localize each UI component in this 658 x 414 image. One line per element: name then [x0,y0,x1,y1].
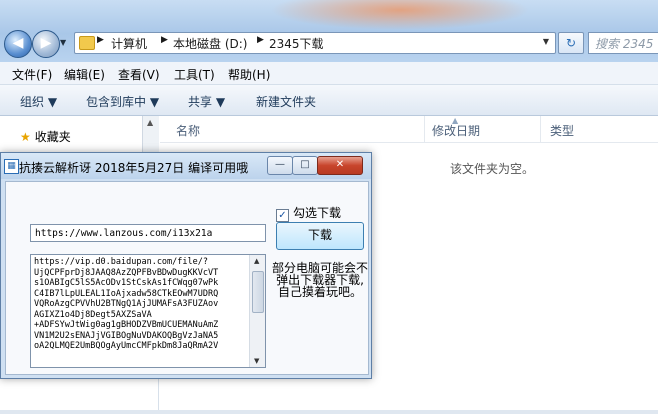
download-button[interactable]: 下载 [276,222,364,250]
breadcrumb-2345-download[interactable]: 2345下载 [269,35,324,52]
include-in-library-button[interactable]: 包含到库中 ▼ [86,93,159,110]
result-textarea[interactable]: https://vip.d0.baidupan.com/file/? UjQCP… [30,254,266,368]
scroll-up-icon[interactable]: ▲ [254,257,259,265]
app-icon: ▦ [4,159,19,174]
scroll-up-icon[interactable]: ▲ [147,118,153,127]
result-text: https://vip.d0.baidupan.com/file/? UjQCP… [34,257,219,351]
favorites-label: 收藏夹 [34,130,71,144]
menu-help[interactable]: 帮助(H) [228,66,270,83]
parser-dialog: ▦ 抗揍云解析讶 2018年5月27日 编译可用哦 — □ ✕ ✓ 勾选下载 ht… [0,152,372,379]
note-text: 部分电脑可能会不弹出下载器下载,自己摸着玩吧。 [272,261,369,299]
chevron-right-icon[interactable]: ▶ [161,35,168,45]
checkbox-label: 勾选下载 [293,206,342,220]
close-button[interactable]: ✕ [317,156,363,175]
refresh-button[interactable]: ↻ [558,32,584,54]
column-modified-date[interactable]: 修改日期 [432,122,480,139]
menu-view[interactable]: 查看(V) [118,66,160,83]
checkbox-check-icon[interactable]: ✓ [276,209,289,222]
status-strip [0,410,658,414]
organize-button[interactable]: 组织 ▼ [20,93,57,110]
download-checkbox[interactable]: ✓ 勾选下载 [276,204,341,222]
breadcrumb-computer[interactable]: 计算机 [111,35,147,52]
star-icon: ★ [20,130,31,144]
forward-button[interactable]: ▶ [32,30,60,58]
navigation-scrollbar[interactable]: ▲ [142,116,159,156]
dialog-title: 抗揍云解析讶 2018年5月27日 编译可用哦 [19,161,249,175]
search-input[interactable]: 搜索 2345 [588,32,658,54]
column-type[interactable]: 类型 [550,122,574,139]
chevron-right-icon[interactable]: ▶ [97,35,104,45]
minimize-button[interactable]: — [267,156,293,175]
command-bar: 组织 ▼ 包含到库中 ▼ 共享 ▼ 新建文件夹 [0,85,658,116]
scroll-down-icon[interactable]: ▼ [254,357,259,365]
empty-folder-text: 该文件夹为空。 [450,162,535,176]
column-name[interactable]: 名称 [176,122,200,139]
dialog-client: ✓ 勾选下载 https://www.lanzous.com/i13x21a 下载… [5,181,369,375]
share-button[interactable]: 共享 ▼ [188,93,225,110]
dialog-titlebar[interactable]: ▦ 抗揍云解析讶 2018年5月27日 编译可用哦 — □ ✕ [1,153,371,179]
menu-file[interactable]: 文件(F) [12,66,52,83]
new-folder-button[interactable]: 新建文件夹 [256,93,316,110]
column-divider[interactable] [424,116,425,142]
chevron-right-icon[interactable]: ▶ [257,35,264,45]
search-placeholder: 搜索 2345 [595,37,654,51]
menu-edit[interactable]: 编辑(E) [64,66,105,83]
menu-tools[interactable]: 工具(T) [174,66,215,83]
back-button[interactable]: ◀ [4,30,32,58]
maximize-button[interactable]: □ [292,156,318,175]
scroll-thumb[interactable] [252,271,264,313]
history-dropdown-icon[interactable]: ▼ [60,38,66,47]
breadcrumb-drive-d[interactable]: 本地磁盘 (D:) [173,35,247,52]
column-header: 名称 ▲ 修改日期 类型 [160,116,658,143]
url-input[interactable]: https://www.lanzous.com/i13x21a [30,224,266,242]
favorites-item[interactable]: ★ 收藏夹 [20,128,71,145]
menu-bar: 文件(F) 编辑(E) 查看(V) 工具(T) 帮助(H) [0,62,658,85]
address-bar[interactable]: ▶ 计算机 ▶ 本地磁盘 (D:) ▶ 2345下载 ▼ [74,32,556,54]
column-divider[interactable] [540,116,541,142]
result-scrollbar[interactable]: ▲ ▼ [249,255,265,367]
background-glow [270,0,530,30]
address-dropdown-icon[interactable]: ▼ [543,37,549,46]
folder-icon [79,36,95,50]
